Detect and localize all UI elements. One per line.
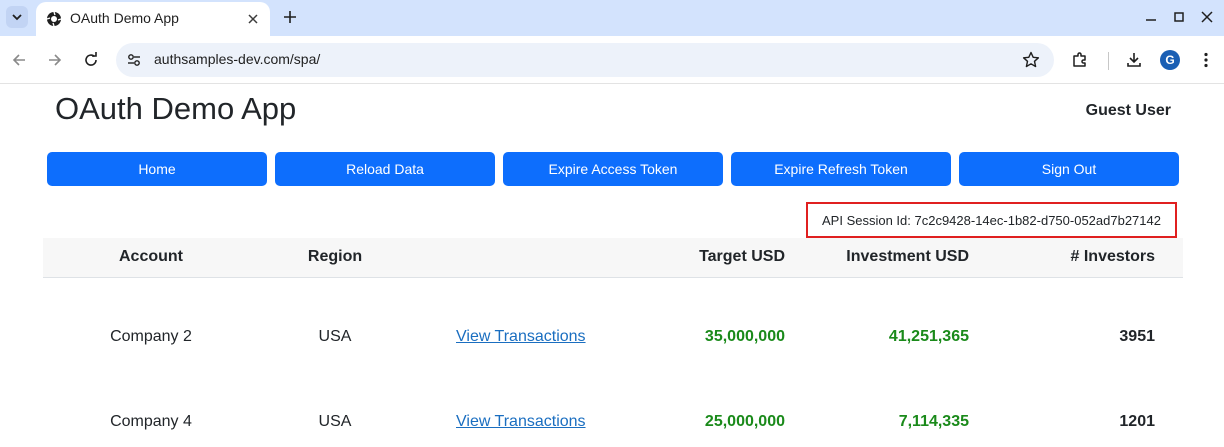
minimize-window-icon[interactable] <box>1143 9 1159 25</box>
puzzle-icon <box>1073 52 1086 67</box>
extensions-button[interactable] <box>1070 50 1090 70</box>
arrow-left-icon <box>12 54 25 66</box>
column-header-investment: Investment USD <box>846 248 969 265</box>
column-header-region: Region <box>307 248 363 265</box>
investment-cell: 7,114,335 <box>898 413 969 430</box>
api-session-id: API Session Id: 7c2c9428-14ec-1b82-d750-… <box>806 202 1177 238</box>
address-bar[interactable]: authsamples-dev.com/spa/ <box>116 43 1054 77</box>
user-name: Guest User <box>1085 102 1171 119</box>
url-text[interactable]: authsamples-dev.com/spa/ <box>154 51 320 67</box>
expire-refresh-token-button[interactable]: Expire Refresh Token <box>731 152 951 186</box>
forward-button[interactable] <box>45 50 65 70</box>
maximize-window-icon[interactable] <box>1171 9 1187 25</box>
browser-toolbar: authsamples-dev.com/spa/ G <box>0 36 1224 84</box>
downloads-button[interactable] <box>1124 50 1144 70</box>
account-cell: Company 2 <box>110 328 192 345</box>
page-title: OAuth Demo App <box>55 91 297 126</box>
close-window-icon[interactable] <box>1199 9 1215 25</box>
table-row: Company 2 USA View Transactions 35,000,0… <box>43 318 1183 358</box>
column-header-investors: # Investors <box>1070 248 1155 265</box>
browser-tab-bar: OAuth Demo App <box>0 0 1224 36</box>
column-header-account: Account <box>119 248 183 265</box>
view-transactions-link[interactable]: View Transactions <box>456 328 586 346</box>
region-cell: USA <box>318 328 352 345</box>
view-transactions-link[interactable]: View Transactions <box>456 413 586 431</box>
reload-icon <box>85 52 97 66</box>
table-header: Account Region Target USD Investment USD… <box>43 238 1183 278</box>
reload-button[interactable] <box>81 50 101 70</box>
site-info-icon[interactable] <box>125 51 143 69</box>
investors-cell: 1201 <box>1119 413 1155 430</box>
table-row: Company 4 USA View Transactions 25,000,0… <box>43 403 1183 443</box>
download-icon <box>1127 53 1141 67</box>
tab-search-button[interactable] <box>6 6 28 28</box>
arrow-right-icon <box>49 54 62 66</box>
expire-access-token-button[interactable]: Expire Access Token <box>503 152 723 186</box>
plus-icon <box>284 11 296 23</box>
chevron-down-icon <box>12 14 22 21</box>
investors-cell: 3951 <box>1119 328 1155 345</box>
more-vertical-icon <box>1204 52 1208 68</box>
back-button[interactable] <box>9 50 29 70</box>
close-tab-icon[interactable] <box>244 10 262 28</box>
home-button[interactable]: Home <box>47 152 267 186</box>
new-tab-button[interactable] <box>280 7 300 27</box>
profile-avatar[interactable]: G <box>1160 50 1180 70</box>
target-cell: 25,000,000 <box>704 413 785 430</box>
browser-tab-active[interactable]: OAuth Demo App <box>36 2 270 36</box>
browser-menu-button[interactable] <box>1196 50 1216 70</box>
toolbar-divider <box>1108 52 1109 70</box>
region-cell: USA <box>318 413 352 430</box>
page-content: OAuth Demo App Guest User Home Reload Da… <box>0 85 1224 447</box>
investment-cell: 41,251,365 <box>888 328 969 345</box>
bookmark-star-icon[interactable] <box>1022 51 1040 69</box>
account-cell: Company 4 <box>110 413 192 430</box>
tab-title: OAuth Demo App <box>70 10 179 26</box>
reload-data-button[interactable]: Reload Data <box>275 152 495 186</box>
app-favicon-icon <box>46 11 62 27</box>
column-header-target: Target USD <box>699 248 785 265</box>
sign-out-button[interactable]: Sign Out <box>959 152 1179 186</box>
target-cell: 35,000,000 <box>704 328 785 345</box>
